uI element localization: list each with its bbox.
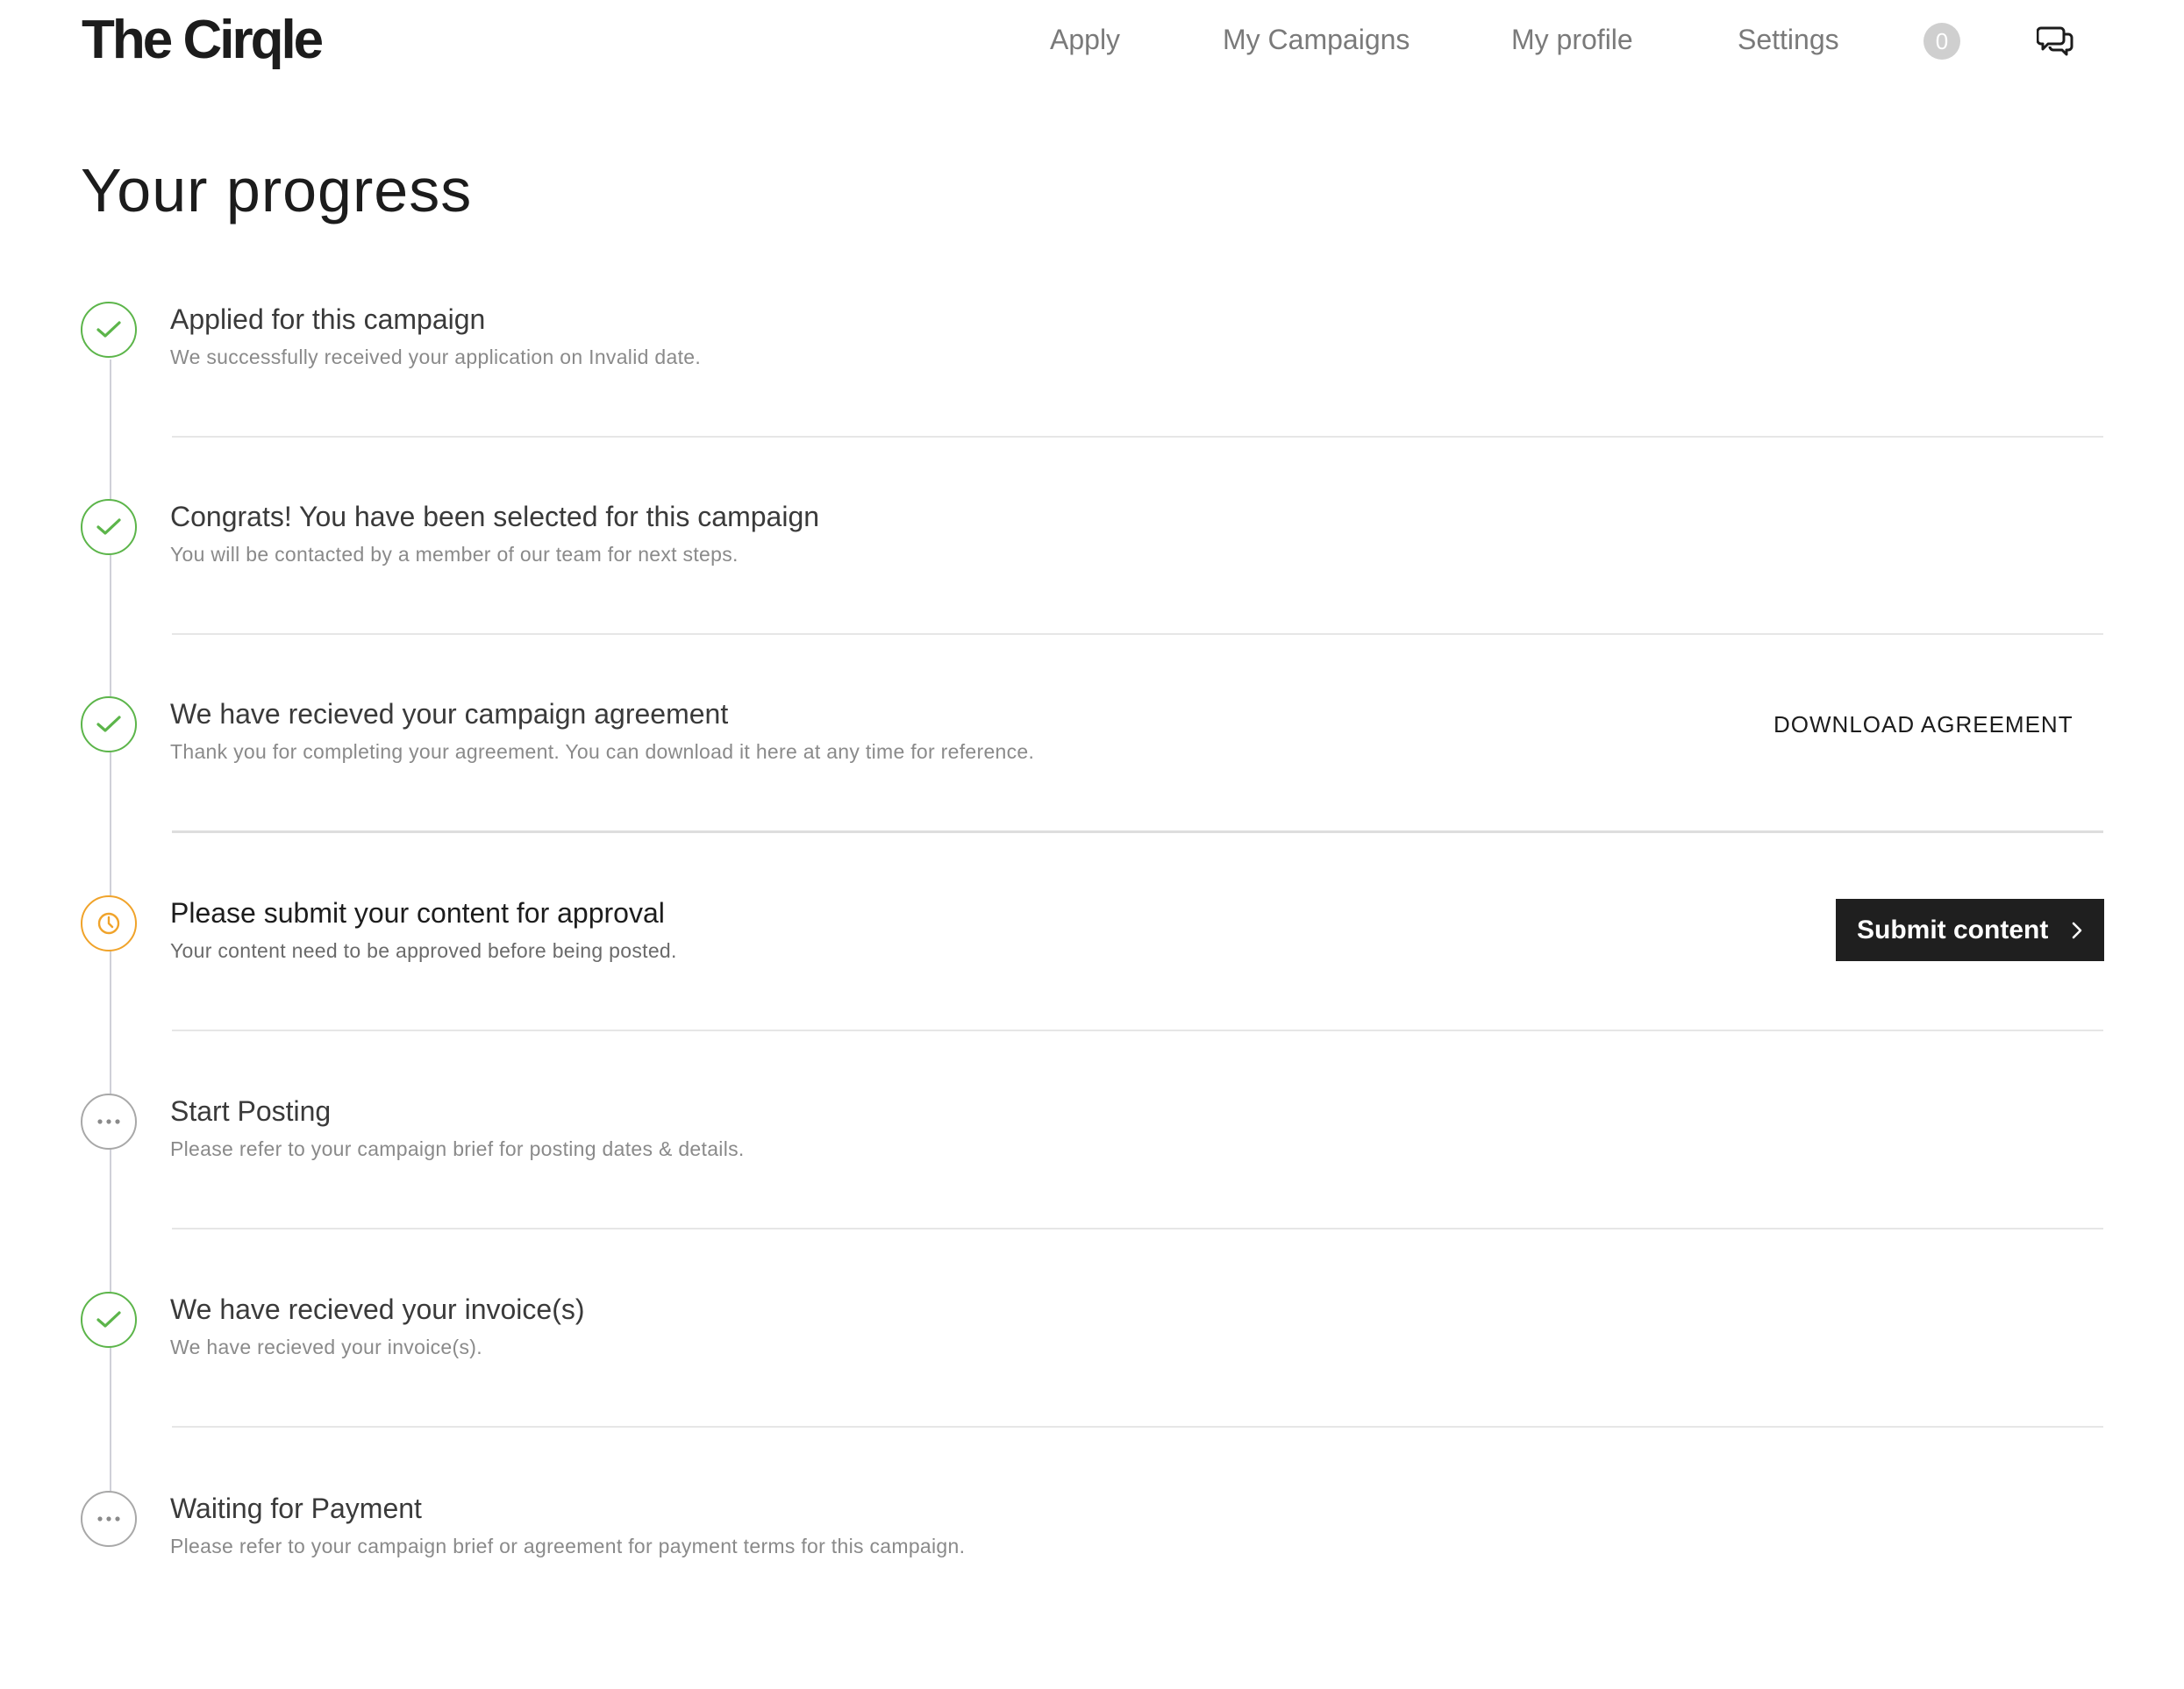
download-agreement-button[interactable]: DOWNLOAD AGREEMENT xyxy=(1774,707,2073,742)
page-title: Your progress xyxy=(81,156,473,224)
progress-step-payment: Waiting for Payment Please refer to your… xyxy=(0,1491,2184,1689)
submit-content-label: Submit content xyxy=(1857,915,2049,944)
nav-apply[interactable]: Apply xyxy=(1050,19,1120,60)
step-divider xyxy=(172,1030,2103,1031)
nav-my-profile[interactable]: My profile xyxy=(1511,19,1633,60)
check-icon xyxy=(81,696,137,752)
step-divider xyxy=(172,1426,2103,1428)
step-description: Thank you for completing your agreement.… xyxy=(170,740,1035,763)
progress-step-agreement: We have recieved your campaign agreement… xyxy=(0,696,2184,894)
submit-content-button[interactable]: Submit content xyxy=(1836,899,2104,961)
nav-my-campaigns[interactable]: My Campaigns xyxy=(1223,19,1410,60)
step-title: Start Posting xyxy=(170,1095,332,1127)
logo[interactable]: The Cirqle xyxy=(82,7,324,74)
step-description: Your content need to be approved before … xyxy=(170,939,677,962)
step-description: We have recieved your invoice(s). xyxy=(170,1336,482,1358)
nav-settings[interactable]: Settings xyxy=(1738,19,1839,60)
progress-step-applied: Applied for this campaign We successfull… xyxy=(0,302,2184,500)
clock-icon xyxy=(81,895,137,951)
chat-bubbles-icon[interactable] xyxy=(2036,23,2075,58)
step-description: You will be contacted by a member of our… xyxy=(170,543,739,566)
step-title: We have recieved your campaign agreement xyxy=(170,698,729,730)
top-navigation: The Cirqle Apply My Campaigns My profile… xyxy=(0,0,2184,84)
step-divider xyxy=(172,436,2103,438)
notification-badge[interactable]: 0 xyxy=(1923,23,1960,60)
step-title: Please submit your content for approval xyxy=(170,897,665,929)
step-divider xyxy=(172,830,2103,833)
check-icon xyxy=(81,499,137,555)
step-title: Applied for this campaign xyxy=(170,303,486,335)
step-title: Congrats! You have been selected for thi… xyxy=(170,501,820,532)
step-title: Waiting for Payment xyxy=(170,1493,422,1524)
ellipsis-icon xyxy=(81,1094,137,1150)
step-description: We successfully received your applicatio… xyxy=(170,346,702,368)
step-divider xyxy=(172,633,2103,635)
check-icon xyxy=(81,1292,137,1348)
step-divider xyxy=(172,1228,2103,1229)
step-description: Please refer to your campaign brief or a… xyxy=(170,1535,966,1557)
step-description: Please refer to your campaign brief for … xyxy=(170,1137,745,1160)
progress-step-submit-content: Please submit your content for approval … xyxy=(0,895,2184,1094)
progress-step-invoice: We have recieved your invoice(s) We have… xyxy=(0,1292,2184,1490)
progress-step-selected: Congrats! You have been selected for thi… xyxy=(0,499,2184,697)
check-icon xyxy=(81,302,137,358)
step-title: We have recieved your invoice(s) xyxy=(170,1293,585,1325)
chevron-right-icon xyxy=(2072,922,2082,938)
ellipsis-icon xyxy=(81,1491,137,1547)
progress-step-start-posting: Start Posting Please refer to your campa… xyxy=(0,1094,2184,1292)
